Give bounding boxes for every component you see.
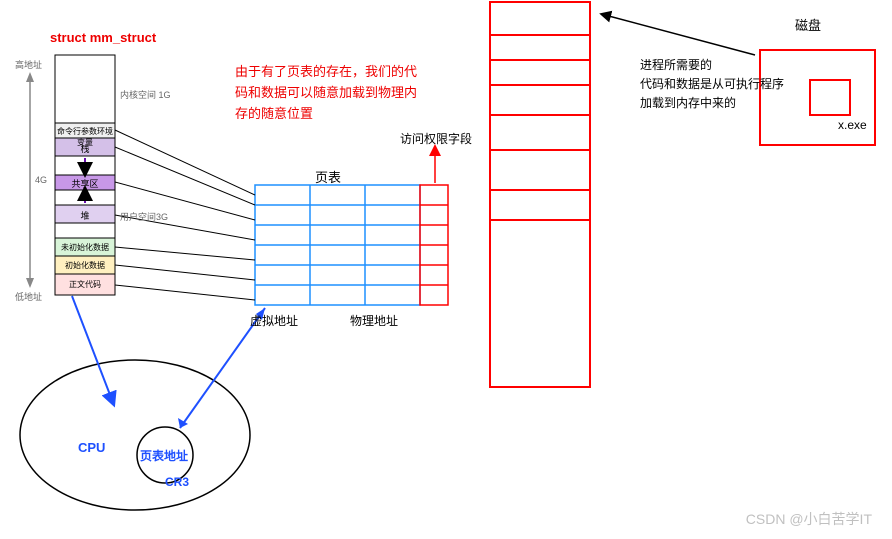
note1-l2: 码和数据可以随意加载到物理内 bbox=[235, 83, 417, 104]
title: struct mm_struct bbox=[50, 30, 156, 45]
note2-l1: 进程所需要的 bbox=[640, 56, 784, 75]
cr3-label: CR3 bbox=[165, 475, 189, 489]
user-space-label: 用户空间3G bbox=[120, 210, 168, 223]
high-addr-label: 高地址 bbox=[15, 58, 42, 71]
size-4g-label: 4G bbox=[35, 175, 47, 185]
low-addr-label: 低地址 bbox=[15, 290, 42, 303]
page-table-addr-label: 页表地址 bbox=[140, 447, 188, 464]
seg-stack: 栈 bbox=[57, 142, 113, 155]
note1-l1: 由于有了页表的存在，我们的代 bbox=[235, 62, 417, 83]
note1: 由于有了页表的存在，我们的代 码和数据可以随意加载到物理内 存的随意位置 bbox=[235, 62, 417, 124]
seg-data: 初始化数据 bbox=[57, 260, 113, 271]
disk-label: 磁盘 bbox=[795, 15, 821, 34]
perm-label: 访问权限字段 bbox=[400, 130, 472, 147]
cpu-label: CPU bbox=[78, 440, 105, 455]
seg-text: 正文代码 bbox=[57, 279, 113, 290]
seg-shared: 共享区 bbox=[57, 177, 113, 190]
seg-bss: 未初始化数据 bbox=[57, 242, 113, 253]
note2: 进程所需要的 代码和数据是从可执行程序 加载到内存中来的 bbox=[640, 56, 784, 114]
paddr-label: 物理地址 bbox=[350, 312, 398, 329]
exe-label: x.exe bbox=[838, 118, 867, 132]
note2-l3: 加载到内存中来的 bbox=[640, 94, 784, 113]
kernel-space-label: 内核空间 1G bbox=[120, 88, 171, 101]
note1-l3: 存的随意位置 bbox=[235, 104, 417, 125]
watermark: CSDN @小白苦学IT bbox=[746, 509, 872, 529]
vaddr-label: 虚拟地址 bbox=[250, 312, 298, 329]
note2-l2: 代码和数据是从可执行程序 bbox=[640, 75, 784, 94]
seg-heap: 堆 bbox=[57, 209, 113, 222]
page-table-title: 页表 bbox=[315, 167, 341, 186]
